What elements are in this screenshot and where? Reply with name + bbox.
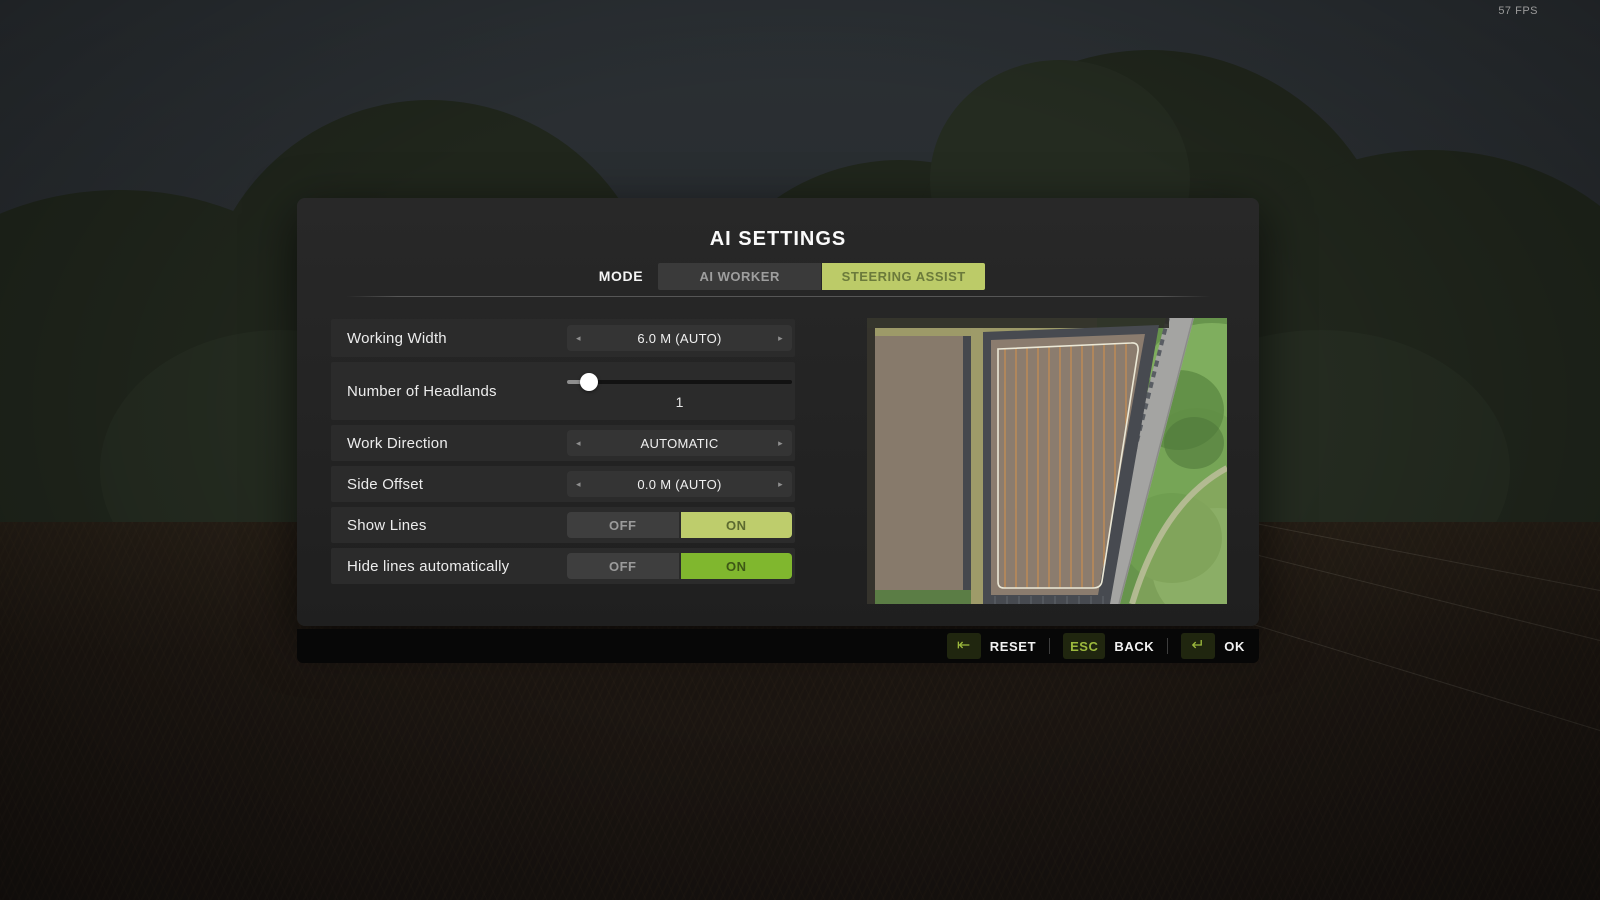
row-show-lines: Show Lines OFF ON	[331, 507, 795, 543]
ai-settings-dialog: AI SETTINGS MODE AI WORKER STEERING ASSI…	[297, 198, 1259, 626]
work-direction-value: AUTOMATIC	[640, 436, 718, 451]
back-action[interactable]: ESC BACK	[1063, 633, 1154, 659]
tab-ai-worker[interactable]: AI WORKER	[658, 263, 821, 290]
working-width-value: 6.0 M (AUTO)	[637, 331, 721, 346]
side-offset-value: 0.0 M (AUTO)	[637, 477, 721, 492]
work-direction-label: Work Direction	[331, 435, 567, 452]
stepper-right-arrow-icon[interactable]: ▸	[778, 430, 783, 456]
backspace-key-icon: ⇤	[957, 638, 971, 654]
stepper-right-arrow-icon[interactable]: ▸	[778, 471, 783, 497]
back-button[interactable]: BACK	[1114, 639, 1154, 654]
row-working-width: Working Width ◂ 6.0 M (AUTO) ▸	[331, 319, 795, 357]
field-preview-svg	[867, 318, 1227, 604]
row-number-of-headlands: Number of Headlands 1	[331, 362, 795, 420]
row-hide-lines-automatically: Hide lines automatically OFF ON	[331, 548, 795, 584]
hide-lines-off-button[interactable]: OFF	[567, 553, 679, 579]
show-lines-toggle: OFF ON	[567, 512, 792, 538]
headlands-slider-control: 1	[567, 373, 792, 410]
tab-steering-assist[interactable]: STEERING ASSIST	[822, 263, 985, 290]
headlands-value: 1	[567, 394, 792, 410]
esc-key-badge: ESC	[1063, 633, 1105, 659]
stepper-left-arrow-icon[interactable]: ◂	[576, 430, 581, 456]
field-preview-map	[867, 318, 1227, 604]
fps-counter: 57 FPS	[1498, 5, 1538, 17]
ok-action[interactable]: ↵ OK	[1181, 633, 1245, 659]
stepper-left-arrow-icon[interactable]: ◂	[576, 325, 581, 351]
hide-lines-label: Hide lines automatically	[331, 558, 567, 575]
show-lines-on-button[interactable]: ON	[681, 512, 793, 538]
mode-tab-bar: MODE AI WORKER STEERING ASSIST	[297, 262, 1259, 290]
footer-separator	[1049, 638, 1050, 654]
working-width-label: Working Width	[331, 330, 567, 347]
side-offset-label: Side Offset	[331, 476, 567, 493]
row-work-direction: Work Direction ◂ AUTOMATIC ▸	[331, 425, 795, 461]
reset-button[interactable]: RESET	[990, 639, 1036, 654]
footer-separator	[1167, 638, 1168, 654]
work-direction-stepper[interactable]: ◂ AUTOMATIC ▸	[567, 430, 792, 456]
hide-lines-on-button[interactable]: ON	[681, 553, 793, 579]
header-divider	[346, 296, 1211, 297]
row-side-offset: Side Offset ◂ 0.0 M (AUTO) ▸	[331, 466, 795, 502]
stepper-right-arrow-icon[interactable]: ▸	[778, 325, 783, 351]
slider-track[interactable]	[567, 380, 792, 384]
settings-list: Working Width ◂ 6.0 M (AUTO) ▸ Number of…	[331, 319, 795, 584]
number-of-headlands-label: Number of Headlands	[331, 383, 567, 400]
show-lines-off-button[interactable]: OFF	[567, 512, 679, 538]
dialog-footer-bar: ⇤ RESET ESC BACK ↵ OK	[297, 629, 1259, 663]
mode-label: MODE	[599, 268, 643, 284]
slider-handle[interactable]	[580, 373, 598, 391]
reset-action[interactable]: ⇤ RESET	[947, 633, 1036, 659]
hide-lines-toggle: OFF ON	[567, 553, 792, 579]
stepper-left-arrow-icon[interactable]: ◂	[576, 471, 581, 497]
reset-key-badge: ⇤	[947, 633, 981, 659]
side-offset-stepper[interactable]: ◂ 0.0 M (AUTO) ▸	[567, 471, 792, 497]
show-lines-label: Show Lines	[331, 517, 567, 534]
headlands-slider[interactable]	[567, 373, 792, 391]
enter-key-icon: ↵	[1191, 638, 1205, 654]
working-width-stepper[interactable]: ◂ 6.0 M (AUTO) ▸	[567, 325, 792, 351]
dialog-title: AI SETTINGS	[297, 228, 1259, 251]
ok-button[interactable]: OK	[1224, 639, 1245, 654]
enter-key-badge: ↵	[1181, 633, 1215, 659]
